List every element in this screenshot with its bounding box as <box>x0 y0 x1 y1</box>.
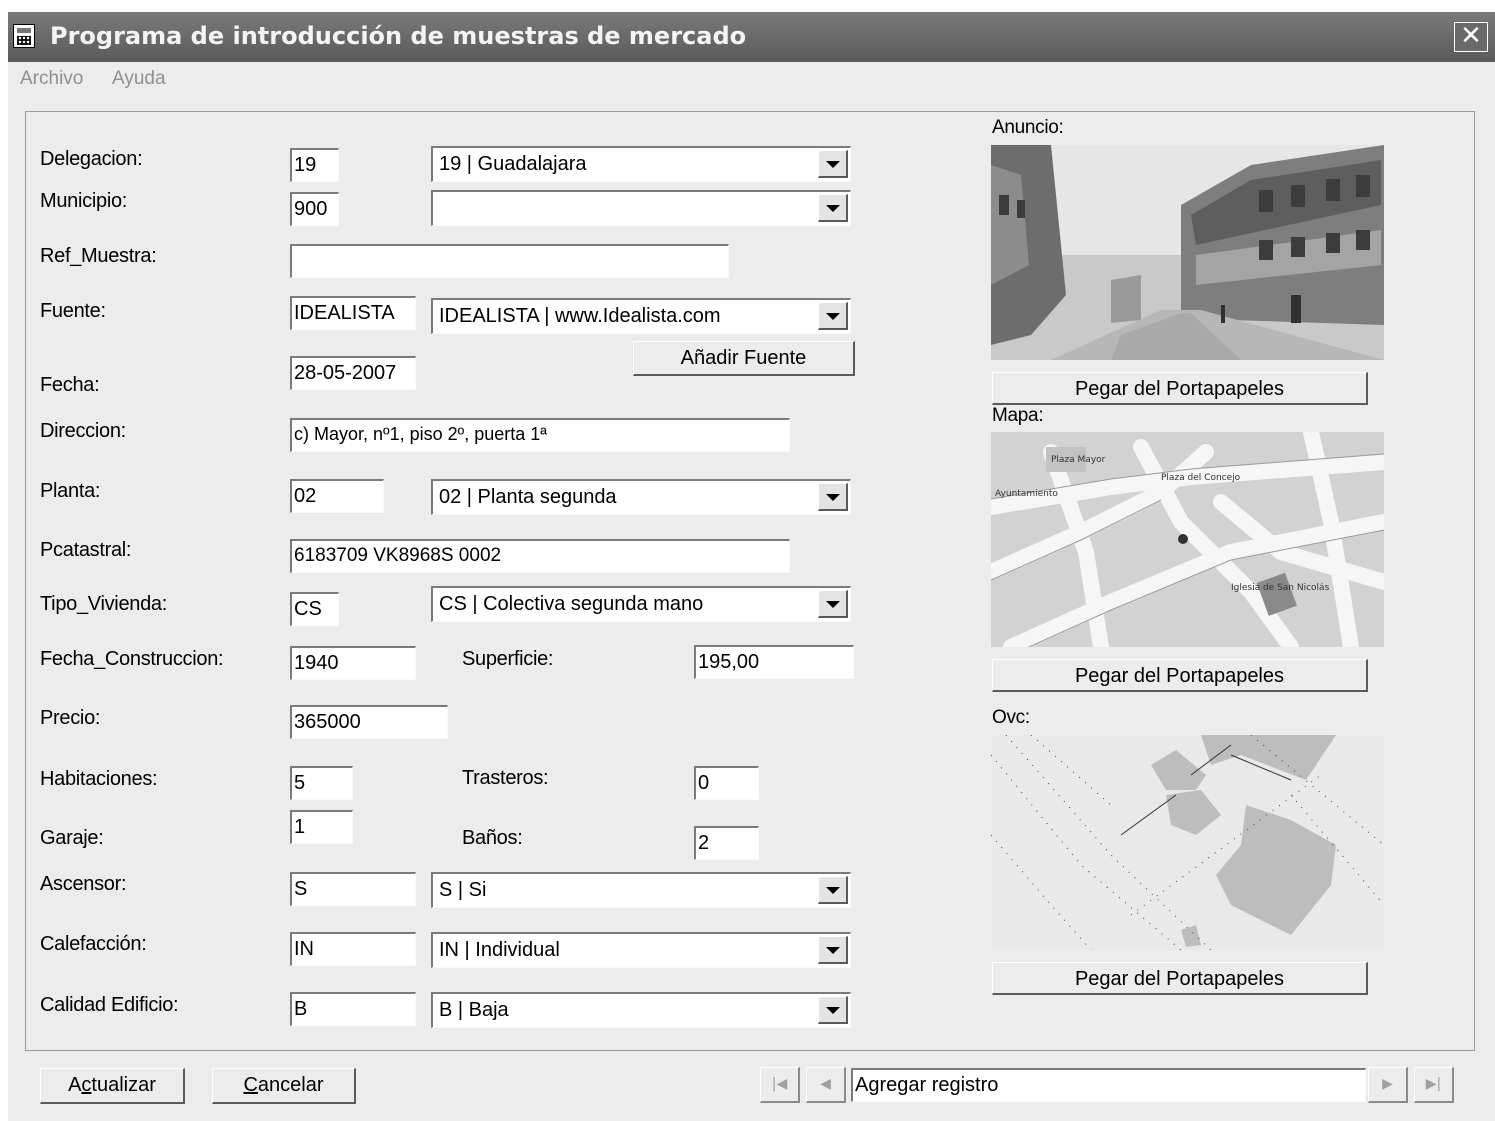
actualizar-button[interactable]: Actualizar <box>40 1068 185 1104</box>
fecha-label: Fecha: <box>40 374 100 396</box>
calidad-edificio-label: Calidad Edificio: <box>40 994 179 1016</box>
menu-ayuda[interactable]: Ayuda <box>112 68 166 90</box>
menu-bar: Archivo Ayuda <box>8 64 1495 94</box>
chevron-down-icon[interactable] <box>818 590 848 618</box>
calefaccion-code-input[interactable]: IN <box>290 932 416 966</box>
street-photo <box>991 145 1384 360</box>
municipio-select[interactable] <box>431 190 851 226</box>
chevron-down-icon[interactable] <box>818 194 848 222</box>
precio-input[interactable]: 365000 <box>290 705 448 739</box>
map-label-plaza-mayor: Plaza Mayor <box>1051 455 1106 465</box>
actualizar-label-post: tualizar <box>91 1074 156 1096</box>
mapa-image: Plaza Mayor Plaza del Concejo Ayuntamien… <box>991 432 1384 647</box>
actualizar-label-key: c <box>81 1074 92 1096</box>
map-label-ayuntamiento: Ayuntamiento <box>995 489 1058 499</box>
planta-code-input[interactable]: 02 <box>290 479 384 513</box>
delegacion-select[interactable]: 19 | Guadalajara <box>431 146 851 182</box>
calidad-edificio-code-input[interactable]: B <box>290 992 416 1026</box>
calculator-icon <box>13 24 35 48</box>
cancelar-label-key: C <box>243 1074 258 1096</box>
add-fuente-button[interactable]: Añadir Fuente <box>633 341 855 376</box>
map-label-plaza-concejo: Plaza del Concejo <box>1161 473 1241 483</box>
fecha-construccion-label: Fecha_Construccion: <box>40 648 224 670</box>
street-map: Plaza Mayor Plaza del Concejo Ayuntamien… <box>991 432 1384 647</box>
delegacion-label: Delegacion: <box>40 148 143 170</box>
mapa-label: Mapa: <box>992 405 1044 426</box>
anuncio-label: Anuncio: <box>992 117 1064 138</box>
next-record-button[interactable]: ▶ <box>1368 1067 1408 1103</box>
fuente-select[interactable]: IDEALISTA | www.Idealista.com <box>431 298 851 334</box>
direccion-input[interactable]: c) Mayor, nº1, piso 2º, puerta 1ª <box>290 418 790 452</box>
calefaccion-select[interactable]: IN | Individual <box>431 932 851 968</box>
precio-label: Precio: <box>40 707 101 729</box>
ascensor-code-input[interactable]: S <box>290 872 416 906</box>
actualizar-label-pre: A <box>68 1074 82 1096</box>
delegacion-select-value: 19 | Guadalajara <box>439 153 587 175</box>
chevron-down-icon[interactable] <box>818 876 848 904</box>
calefaccion-select-value: IN | Individual <box>439 939 560 961</box>
trasteros-label: Trasteros: <box>462 767 549 789</box>
trasteros-input[interactable]: 0 <box>694 766 759 800</box>
fecha-input[interactable]: 28-05-2007 <box>290 356 416 390</box>
anuncio-image <box>991 145 1384 360</box>
first-record-button[interactable]: |◀ <box>760 1067 800 1103</box>
fuente-select-value: IDEALISTA | www.Idealista.com <box>439 305 721 327</box>
anuncio-paste-button[interactable]: Pegar del Portapapeles <box>992 372 1368 405</box>
planta-select-value: 02 | Planta segunda <box>439 486 617 508</box>
municipio-code-input[interactable]: 900 <box>290 192 339 226</box>
ovc-label: Ovc: <box>992 707 1030 728</box>
garaje-input[interactable]: 1 <box>290 810 353 844</box>
fuente-code-input[interactable]: IDEALISTA <box>290 296 416 330</box>
chevron-down-icon[interactable] <box>818 483 848 511</box>
ref-muestra-label: Ref_Muestra: <box>40 245 157 267</box>
calefaccion-label: Calefacción: <box>40 933 147 955</box>
cancelar-button[interactable]: Cancelar <box>212 1068 356 1104</box>
close-button[interactable]: ✕ <box>1454 22 1488 52</box>
mapa-paste-button[interactable]: Pegar del Portapapeles <box>992 659 1368 692</box>
title-bar: Programa de introducción de muestras de … <box>8 12 1495 62</box>
last-record-button[interactable]: ▶| <box>1414 1067 1454 1103</box>
banos-input[interactable]: 2 <box>694 826 759 860</box>
chevron-down-icon[interactable] <box>818 936 848 964</box>
chevron-down-icon[interactable] <box>818 302 848 330</box>
planta-select[interactable]: 02 | Planta segunda <box>431 479 851 515</box>
ascensor-select-value: S | Si <box>439 879 487 901</box>
ovc-paste-button[interactable]: Pegar del Portapapeles <box>992 962 1368 995</box>
prev-record-button[interactable]: ◀ <box>806 1067 846 1103</box>
tipo-vivienda-label: Tipo_Vivienda: <box>40 593 168 615</box>
delegacion-code-input[interactable]: 19 <box>290 148 339 182</box>
fuente-label: Fuente: <box>40 300 106 322</box>
tipo-vivienda-select-value: CS | Colectiva segunda mano <box>439 593 704 615</box>
chevron-down-icon[interactable] <box>818 150 848 178</box>
tipo-vivienda-code-input[interactable]: CS <box>290 592 339 626</box>
fecha-construccion-input[interactable]: 1940 <box>290 646 416 680</box>
tipo-vivienda-select[interactable]: CS | Colectiva segunda mano <box>431 586 851 622</box>
garaje-label: Garaje: <box>40 827 104 849</box>
window-title: Programa de introducción de muestras de … <box>50 22 747 50</box>
ref-muestra-input[interactable] <box>290 244 729 278</box>
ascensor-label: Ascensor: <box>40 873 127 895</box>
habitaciones-label: Habitaciones: <box>40 768 158 790</box>
cadastral-plan <box>991 735 1384 950</box>
superficie-label: Superficie: <box>462 648 554 670</box>
ovc-image <box>991 735 1384 950</box>
calidad-edificio-select[interactable]: B | Baja <box>431 992 851 1028</box>
pcatastral-label: Pcatastral: <box>40 539 132 561</box>
calidad-edificio-select-value: B | Baja <box>439 999 509 1021</box>
municipio-label: Municipio: <box>40 190 128 212</box>
banos-label: Baños: <box>462 827 523 849</box>
record-status-field[interactable]: Agregar registro <box>851 1068 1366 1102</box>
planta-label: Planta: <box>40 480 101 502</box>
habitaciones-input[interactable]: 5 <box>290 766 353 800</box>
menu-archivo[interactable]: Archivo <box>20 68 83 90</box>
ascensor-select[interactable]: S | Si <box>431 872 851 908</box>
cancelar-label-post: ancelar <box>257 1074 324 1096</box>
pcatastral-input[interactable]: 6183709 VK8968S 0002 <box>290 539 790 573</box>
superficie-input[interactable]: 195,00 <box>694 645 854 679</box>
map-label-iglesia: Iglesia de San Nicolás <box>1231 583 1330 593</box>
app-window: Programa de introducción de muestras de … <box>8 12 1495 1121</box>
chevron-down-icon[interactable] <box>818 996 848 1024</box>
direccion-label: Direccion: <box>40 420 126 442</box>
